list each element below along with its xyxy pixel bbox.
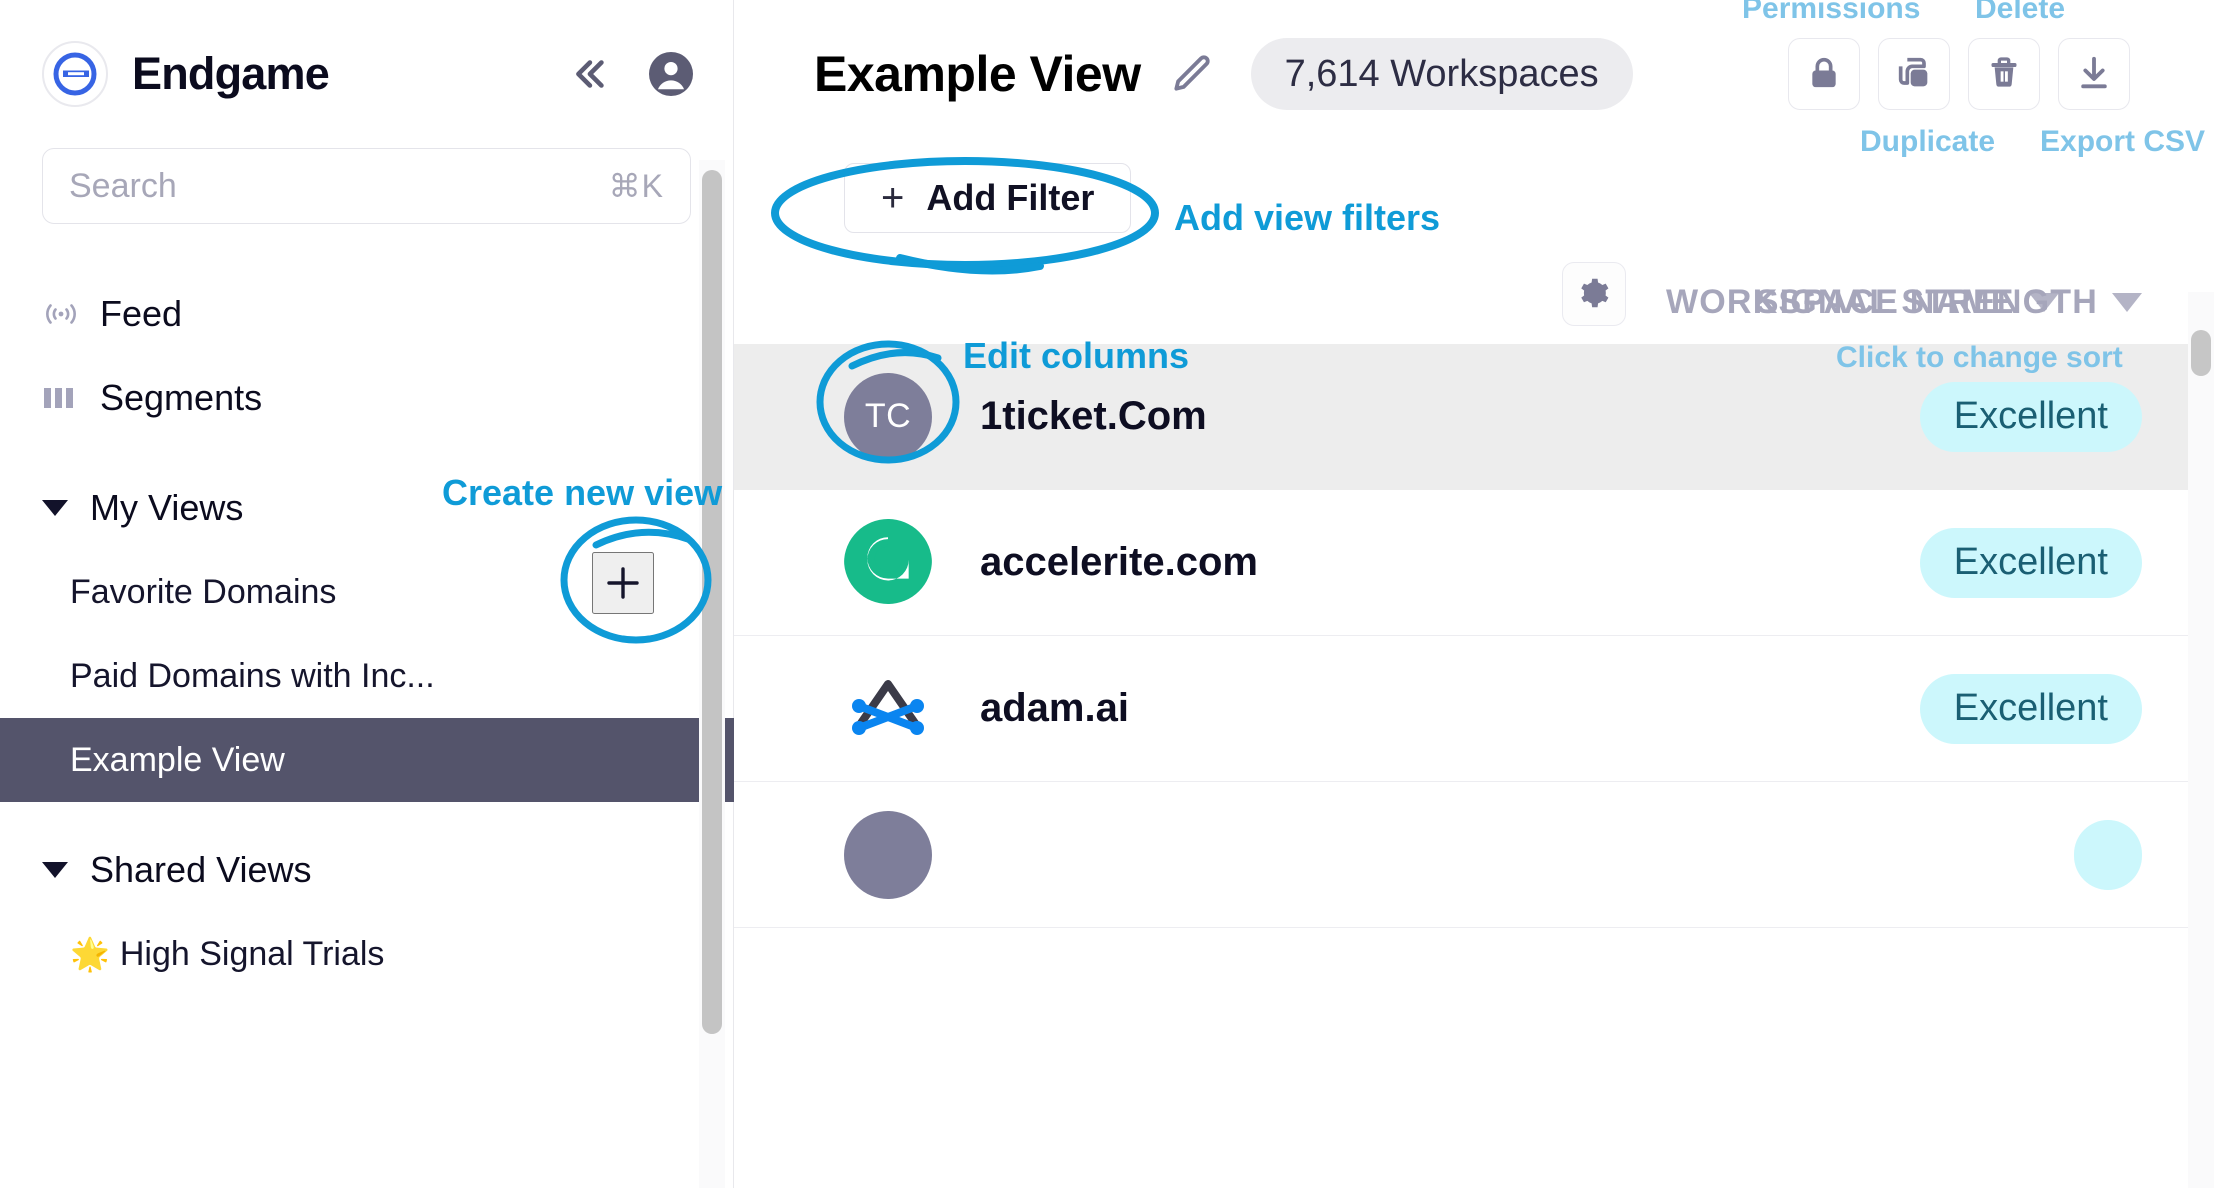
app-root: Endgame Search ⌘K Feed Segments My Views… [0, 0, 2214, 1188]
add-filter-label: Add Filter [926, 177, 1095, 218]
adam-ai-logo-icon [847, 670, 929, 747]
view-header: Example View 7,614 Workspaces [734, 0, 2214, 148]
collapse-sidebar-icon[interactable] [565, 51, 611, 97]
lock-icon [1804, 53, 1844, 96]
sidebar-view-paid-domains[interactable]: Paid Domains with Inc... [0, 634, 733, 718]
header-action-buttons [1788, 38, 2166, 110]
sidebar-nav: Feed Segments My Views Favorite Domains [0, 272, 734, 996]
segments-bars-icon [42, 384, 88, 412]
sidebar-item-label: Feed [100, 293, 183, 334]
main-scrollbar-track[interactable] [2188, 292, 2214, 1188]
search-shortcut-hint: ⌘K [608, 168, 664, 204]
create-new-view-button[interactable] [592, 552, 654, 614]
status-badge [2074, 819, 2142, 890]
workspace-name: accelerite.com [980, 540, 1258, 584]
star-emoji-icon: 🌟 [70, 936, 110, 972]
avatar [844, 518, 932, 607]
accelerite-logo-icon [844, 518, 932, 607]
sidebar: Endgame Search ⌘K Feed Segments My Views… [0, 0, 734, 1188]
table-row[interactable]: TC 1ticket.Com Excellent [734, 344, 2214, 490]
pencil-edit-icon[interactable] [1169, 52, 1213, 96]
brand-name: Endgame [132, 48, 330, 99]
workspace-table: TC 1ticket.Com Excellent accelerite.com [734, 344, 2214, 928]
sidebar-header: Endgame [0, 0, 733, 148]
download-icon [2074, 53, 2114, 96]
triangle-down-icon [2112, 293, 2142, 312]
avatar: TC [844, 372, 932, 461]
main-scrollbar-thumb[interactable] [2191, 330, 2211, 376]
table-row[interactable]: adam.ai Excellent [734, 636, 2214, 782]
table-row[interactable] [734, 782, 2214, 928]
export-csv-button[interactable] [2058, 38, 2130, 110]
feed-broadcast-icon [42, 299, 88, 329]
table-row[interactable]: accelerite.com Excellent [734, 490, 2214, 636]
permissions-button[interactable] [1788, 38, 1860, 110]
duplicate-button[interactable] [1878, 38, 1950, 110]
add-filter-button[interactable]: + Add Filter [844, 163, 1132, 233]
chevron-down-icon [42, 862, 68, 878]
sidebar-item-segments[interactable]: Segments [0, 356, 733, 440]
sidebar-view-label: Favorite Domains [70, 572, 337, 611]
sidebar-group-my-views[interactable]: My Views [0, 466, 733, 550]
search-input[interactable]: Search ⌘K [42, 148, 691, 224]
gear-icon [1576, 275, 1612, 314]
column-header-signal-strength[interactable]: SIGNAL STRENGTH [1756, 283, 2142, 322]
sidebar-group-shared-views[interactable]: Shared Views [0, 828, 733, 912]
filter-bar: + Add Filter [734, 148, 2214, 248]
sidebar-group-label: My Views [90, 487, 244, 528]
edit-columns-button[interactable] [1562, 262, 1626, 326]
table-column-header: WORKSPACE NAME SIGNAL STRENGTH [734, 248, 2214, 344]
avatar-initials: TC [864, 397, 912, 435]
search-placeholder: Search [69, 166, 177, 205]
page-title: Example View [814, 46, 1141, 102]
chevron-down-icon [42, 500, 68, 516]
sidebar-view-example-view[interactable]: Example View [0, 718, 734, 802]
sidebar-group-label: Shared Views [90, 849, 312, 890]
avatar [844, 665, 932, 753]
endgame-logo-icon [42, 41, 108, 107]
workspace-count-badge: 7,614 Workspaces [1250, 38, 1633, 110]
trash-icon [1984, 53, 2024, 96]
sidebar-view-high-signal-trials[interactable]: 🌟 High Signal Trials [0, 912, 733, 996]
workspace-name: adam.ai [980, 686, 1129, 730]
sidebar-item-feed[interactable]: Feed [0, 272, 733, 356]
copy-icon [1894, 53, 1934, 96]
workspace-name: 1ticket.Com [980, 394, 1207, 438]
column-header-label: SIGNAL STRENGTH [1755, 283, 2098, 321]
sidebar-header-icons [565, 50, 695, 98]
search-container: Search ⌘K [0, 148, 733, 224]
sidebar-item-label: Segments [100, 377, 263, 418]
main-content: Example View 7,614 Workspaces + Add Filt… [734, 0, 2214, 1188]
avatar [844, 810, 932, 899]
status-badge: Excellent [1919, 381, 2142, 452]
sidebar-scrollbar-thumb[interactable] [702, 170, 722, 1034]
plus-icon: + [881, 176, 905, 220]
user-profile-icon[interactable] [647, 50, 695, 98]
delete-button[interactable] [1968, 38, 2040, 110]
status-badge: Excellent [1919, 673, 2142, 744]
sidebar-view-label: High Signal Trials [119, 934, 385, 973]
sidebar-view-label: Example View [70, 740, 285, 779]
sidebar-view-label: Paid Domains with Inc... [70, 656, 435, 695]
status-badge: Excellent [1919, 527, 2142, 598]
